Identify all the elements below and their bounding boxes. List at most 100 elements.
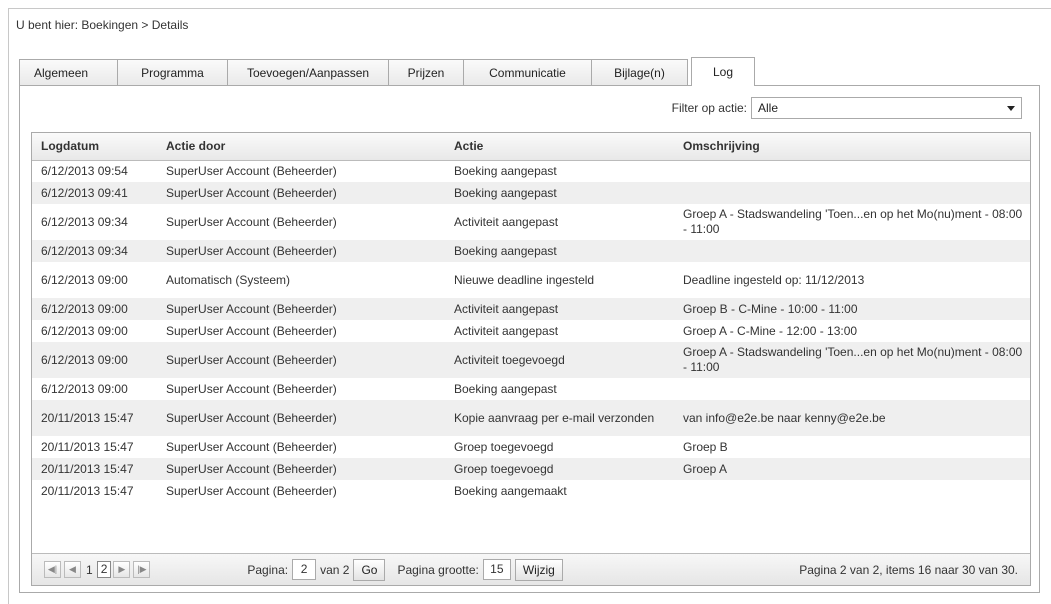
table-row: 6/12/2013 09:00 Automatisch (Systeem) Nieu… (32, 262, 1030, 298)
cell-omschrijving (674, 240, 1030, 262)
table-row: 20/11/2013 15:47 SuperUser Account (Behee… (32, 400, 1030, 436)
page-of-label: van 2 (320, 562, 350, 577)
action-filter-select[interactable]: Alle (751, 97, 1022, 119)
cell-omschrijving: Groep A (683, 461, 728, 476)
cell-logdatum: 6/12/2013 09:41 (41, 185, 128, 200)
cell-logdatum: 6/12/2013 09:00 (41, 272, 128, 287)
cell-actie-door: SuperUser Account (Beheerder) (166, 461, 337, 476)
breadcrumb: U bent hier: Boekingen > Details (16, 18, 189, 32)
table-row: 20/11/2013 15:47 SuperUser Account (Behee… (32, 436, 1030, 458)
cell-actie-door: SuperUser Account (Beheerder) (166, 301, 337, 316)
pager: ◀| ◀ 1 2 ▶ |▶ Pagina: 2 van 2 Go Pagina … (32, 553, 1030, 585)
tab-log[interactable]: Log (691, 57, 755, 86)
cell-logdatum: 20/11/2013 15:47 (41, 439, 134, 454)
cell-actie-door: SuperUser Account (Beheerder) (166, 163, 337, 178)
cell-actie-door: SuperUser Account (Beheerder) (166, 323, 337, 338)
cell-actie: Boeking aangemaakt (454, 483, 567, 498)
tab-prijzen[interactable]: Prijzen (389, 59, 464, 86)
cell-actie-door: SuperUser Account (Beheerder) (166, 410, 337, 425)
cell-actie: Groep toegevoegd (454, 461, 554, 476)
cell-omschrijving: Groep A - C-Mine - 12:00 - 13:00 (683, 323, 858, 338)
filter-value: Alle (758, 101, 779, 115)
cell-actie-door: SuperUser Account (Beheerder) (166, 483, 337, 498)
cell-actie: Nieuwe deadline ingesteld (454, 272, 595, 287)
table-row: 6/12/2013 09:34 SuperUser Account (Beheer… (32, 204, 1030, 240)
change-page-size-button[interactable]: Wijzig (514, 558, 563, 581)
cell-actie: Boeking aangepast (454, 381, 557, 396)
cell-actie: Boeking aangepast (454, 163, 557, 178)
column-header-actie-door[interactable]: Actie door (157, 133, 445, 161)
cell-omschrijving (674, 480, 1030, 502)
cell-logdatum: 20/11/2013 15:47 (41, 483, 134, 498)
cell-omschrijving (674, 378, 1030, 400)
page-size-input[interactable]: 15 (482, 559, 511, 580)
cell-actie: Activiteit aangepast (454, 301, 559, 316)
page-size-label: Pagina grootte: (397, 562, 479, 577)
table-row: 6/12/2013 09:41 SuperUser Account (Beheer… (32, 182, 1030, 204)
table-row: 6/12/2013 09:34 SuperUser Account (Beheer… (32, 240, 1030, 262)
page-label: Pagina: (247, 562, 289, 577)
filter-label: Filter op actie: (671, 101, 747, 115)
table-row: 20/11/2013 15:47 SuperUser Account (Behee… (32, 480, 1030, 502)
cell-actie: Activiteit toegevoegd (454, 352, 565, 367)
cell-omschrijving: Deadline ingesteld op: 11/12/2013 (683, 272, 865, 287)
tab-bar: Algemeen Programma Toevoegen/Aanpassen P… (19, 57, 755, 86)
cell-actie-door: SuperUser Account (Beheerder) (166, 185, 337, 200)
cell-logdatum: 6/12/2013 09:00 (41, 301, 128, 316)
cell-logdatum: 6/12/2013 09:00 (41, 381, 128, 396)
cell-actie: Boeking aangepast (454, 243, 557, 258)
next-page-icon[interactable]: ▶ (113, 561, 131, 578)
page-input[interactable]: 2 (292, 559, 317, 580)
tab-programma[interactable]: Programma (118, 59, 228, 86)
cell-logdatum: 6/12/2013 09:34 (41, 214, 128, 229)
column-header-actie[interactable]: Actie (445, 133, 674, 161)
cell-actie-door: SuperUser Account (Beheerder) (166, 352, 337, 367)
cell-omschrijving: van info@e2e.be naar kenny@e2e.be (683, 410, 886, 425)
cell-logdatum: 6/12/2013 09:34 (41, 243, 128, 258)
cell-logdatum: 20/11/2013 15:47 (41, 461, 134, 476)
first-page-icon[interactable]: ◀| (44, 561, 61, 578)
log-grid: Logdatum Actie door Actie Omschrijving 6… (31, 132, 1031, 586)
column-header-logdatum[interactable]: Logdatum (32, 133, 157, 161)
cell-actie: Kopie aanvraag per e-mail verzonden (454, 410, 655, 425)
tab-communicatie[interactable]: Communicatie (464, 59, 592, 86)
tab-bijlagen[interactable]: Bijlage(n) (592, 59, 688, 86)
cell-actie: Activiteit aangepast (454, 323, 559, 338)
cell-actie: Groep toegevoegd (454, 439, 554, 454)
cell-omschrijving: Groep B - C-Mine - 10:00 - 11:00 (683, 301, 858, 316)
last-page-icon[interactable]: |▶ (133, 561, 151, 578)
go-button[interactable]: Go (353, 558, 386, 581)
cell-omschrijving (674, 182, 1030, 204)
log-table-body: 6/12/2013 09:54 SuperUser Account (Beheer… (32, 160, 1030, 502)
table-row: 6/12/2013 09:00 SuperUser Account (Beheer… (32, 342, 1030, 378)
cell-actie: Activiteit aangepast (454, 214, 559, 229)
cell-logdatum: 20/11/2013 15:47 (41, 410, 134, 425)
log-table: Logdatum Actie door Actie Omschrijving 6… (32, 133, 1030, 502)
page-link-1[interactable]: 1 (84, 563, 95, 577)
cell-actie: Boeking aangepast (454, 185, 557, 200)
chevron-down-icon (1007, 106, 1015, 111)
cell-logdatum: 6/12/2013 09:00 (41, 352, 128, 367)
tab-algemeen[interactable]: Algemeen (19, 59, 118, 86)
table-row: 6/12/2013 09:00 SuperUser Account (Beheer… (32, 298, 1030, 320)
table-row: 6/12/2013 09:54 SuperUser Account (Beheer… (32, 160, 1030, 182)
cell-logdatum: 6/12/2013 09:00 (41, 323, 128, 338)
cell-omschrijving: Groep A - Stadswandeling 'Toen...en op h… (683, 207, 1023, 236)
cell-actie-door: SuperUser Account (Beheerder) (166, 439, 337, 454)
table-row: 6/12/2013 09:00 SuperUser Account (Beheer… (32, 378, 1030, 400)
cell-omschrijving: Groep A - Stadswandeling 'Toen...en op h… (683, 345, 1023, 374)
pager-summary: Pagina 2 van 2, items 16 naar 30 van 30. (799, 562, 1018, 577)
cell-omschrijving (674, 160, 1030, 182)
log-panel: Filter op actie: Alle Logdatum Actie doo… (19, 85, 1040, 593)
action-filter: Filter op actie: Alle (672, 97, 1022, 119)
cell-logdatum: 6/12/2013 09:54 (41, 163, 128, 178)
cell-actie-door: Automatisch (Systeem) (166, 272, 291, 287)
column-header-omschrijving[interactable]: Omschrijving (674, 133, 1030, 161)
cell-actie-door: SuperUser Account (Beheerder) (166, 381, 337, 396)
table-row: 6/12/2013 09:00 SuperUser Account (Beheer… (32, 320, 1030, 342)
cell-actie-door: SuperUser Account (Beheerder) (166, 243, 337, 258)
page-link-2[interactable]: 2 (96, 561, 112, 578)
cell-actie-door: SuperUser Account (Beheerder) (166, 214, 337, 229)
tab-toevoegen-aanpassen[interactable]: Toevoegen/Aanpassen (228, 59, 389, 86)
prev-page-icon[interactable]: ◀ (64, 561, 81, 578)
